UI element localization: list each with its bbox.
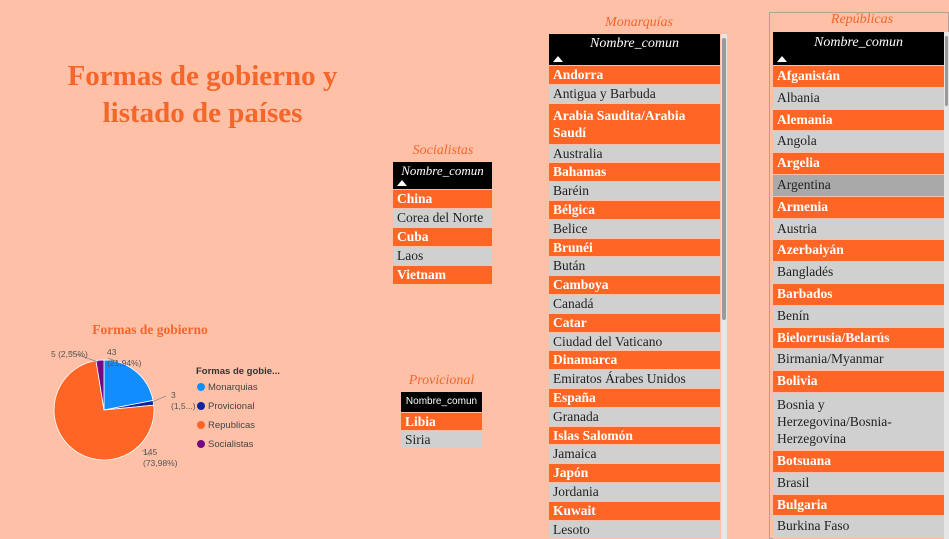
table-row[interactable]: Bosnia y Herzegovina/Bosnia-Herzegovina bbox=[773, 392, 944, 450]
legend-item-provicional[interactable]: Provicional bbox=[197, 401, 258, 420]
table-row[interactable]: Australia bbox=[549, 144, 720, 163]
column-header-nombre-comun[interactable]: Nombre_comun bbox=[549, 34, 720, 65]
table-row[interactable]: Botsuana bbox=[773, 450, 944, 472]
legend-title: Formas de gobie... bbox=[196, 366, 280, 377]
slice-label-socialistas: 5 (2,55%) bbox=[51, 349, 88, 359]
table-row[interactable]: Libia bbox=[401, 413, 482, 430]
table-row[interactable]: Dinamarca bbox=[549, 351, 720, 370]
table-row[interactable]: Argentina bbox=[773, 174, 944, 196]
table-row[interactable]: Albania bbox=[773, 87, 944, 109]
table-row[interactable]: Arabia Saudita/Arabia Saudí bbox=[549, 103, 720, 144]
legend-item-socialistas[interactable]: Socialistas bbox=[197, 439, 258, 458]
sort-ascending-icon[interactable] bbox=[777, 56, 787, 62]
table-row[interactable]: Benín bbox=[773, 305, 944, 327]
column-header-nombre-comun[interactable]: Nombre_comun bbox=[401, 392, 482, 412]
legend-marker bbox=[197, 383, 205, 391]
table-row[interactable]: Burkina Faso bbox=[773, 516, 944, 538]
slice-label-republicas: 145 (73,98%) bbox=[143, 447, 178, 468]
table-row[interactable]: Azerbaiyán bbox=[773, 240, 944, 262]
table-row[interactable]: Alemania bbox=[773, 109, 944, 131]
socialistas-table-title: Socialistas bbox=[412, 143, 474, 158]
sort-ascending-icon[interactable] bbox=[397, 180, 407, 186]
table-row[interactable]: Bulgaria bbox=[773, 494, 944, 516]
table-row[interactable]: Antigua y Barbuda bbox=[549, 84, 720, 103]
table-row[interactable]: Bangladés bbox=[773, 262, 944, 283]
scrollbar-thumb[interactable] bbox=[945, 36, 948, 106]
legend-marker bbox=[197, 421, 205, 429]
leader-line bbox=[151, 395, 167, 403]
table-row[interactable]: Kuwait bbox=[549, 501, 720, 520]
table-row[interactable]: Bielorrusia/Belarús bbox=[773, 327, 944, 349]
sort-ascending-icon[interactable] bbox=[553, 56, 563, 62]
table-row[interactable]: Birmania/Myanmar bbox=[773, 349, 944, 371]
monarquias-scrollbar[interactable] bbox=[721, 34, 727, 539]
socialistas-table: Nombre_comun China Corea del Norte Cuba Lao… bbox=[393, 162, 492, 284]
table-row[interactable]: Laos bbox=[393, 247, 492, 265]
table-row[interactable]: Belice bbox=[549, 219, 720, 238]
chart-legend: Monarquias Provicional Republicas Social… bbox=[197, 382, 258, 458]
table-row[interactable]: Jamaica bbox=[549, 445, 720, 464]
chart-title: Formas de gobierno bbox=[92, 322, 208, 337]
legend-item-monarquias[interactable]: Monarquias bbox=[197, 382, 258, 401]
table-row[interactable]: Bolivia bbox=[773, 371, 944, 392]
legend-marker bbox=[197, 440, 205, 448]
column-header-nombre-comun[interactable]: Nombre_comun bbox=[773, 32, 944, 65]
table-row[interactable]: Lesoto bbox=[549, 520, 720, 539]
monarquias-table: Nombre_comun Andorra Antigua y Barbuda Ara… bbox=[549, 34, 720, 539]
legend-item-republicas[interactable]: Republicas bbox=[197, 420, 258, 439]
table-row[interactable]: Brunéi bbox=[549, 238, 720, 257]
table-row[interactable]: Granada bbox=[549, 407, 720, 426]
table-row[interactable]: Catar bbox=[549, 313, 720, 332]
provicional-table-title: Provicional bbox=[408, 373, 475, 388]
table-row[interactable]: Emiratos Árabes Unidos bbox=[549, 370, 720, 388]
table-row[interactable]: Cuba bbox=[393, 228, 492, 246]
table-row[interactable]: Ciudad del Vaticano bbox=[549, 332, 720, 351]
table-row[interactable]: Armenia bbox=[773, 196, 944, 218]
table-row[interactable]: Japón bbox=[549, 464, 720, 482]
republicas-table-title: Repúblicas bbox=[830, 12, 894, 27]
table-row[interactable]: Bélgica bbox=[549, 200, 720, 219]
table-row[interactable]: España bbox=[549, 388, 720, 407]
republicas-table: Nombre_comun Afganistán Albania Alemania An… bbox=[773, 32, 944, 539]
table-row[interactable]: Canadá bbox=[549, 294, 720, 313]
slice-label-monarquias: 43 (21,94%) bbox=[107, 347, 142, 368]
table-row[interactable]: Siria bbox=[401, 431, 482, 448]
scrollbar-thumb[interactable] bbox=[722, 38, 726, 320]
table-row[interactable]: Afganistán bbox=[773, 66, 944, 87]
table-row[interactable]: Camboya bbox=[549, 276, 720, 294]
table-row[interactable]: Angola bbox=[773, 131, 944, 153]
page-title: Formas de gobierno y listado de países bbox=[67, 60, 338, 129]
legend-marker bbox=[197, 402, 205, 410]
table-row[interactable]: Vietnam bbox=[393, 266, 492, 284]
slice-label-provicional: 3 (1,5...) bbox=[171, 390, 196, 411]
table-row[interactable]: Barbados bbox=[773, 283, 944, 305]
table-row[interactable]: Austria bbox=[773, 218, 944, 240]
table-row[interactable]: Baréin bbox=[549, 182, 720, 200]
provicional-table: Nombre_comun Libia Siria bbox=[401, 392, 482, 448]
table-row[interactable]: Jordania bbox=[549, 482, 720, 501]
table-row[interactable]: China bbox=[393, 190, 492, 208]
table-row[interactable]: Islas Salomón bbox=[549, 426, 720, 445]
monarquias-table-title: Monarquías bbox=[605, 15, 673, 30]
table-row[interactable]: Argelia bbox=[773, 153, 944, 174]
column-header-nombre-comun[interactable]: Nombre_comun bbox=[393, 162, 492, 189]
table-row[interactable]: Brasil bbox=[773, 472, 944, 494]
table-row[interactable]: Andorra bbox=[549, 66, 720, 84]
republicas-scrollbar[interactable] bbox=[944, 32, 949, 539]
table-row[interactable]: Bután bbox=[549, 257, 720, 276]
table-row[interactable]: Bahamas bbox=[549, 163, 720, 182]
table-row[interactable]: Corea del Norte bbox=[393, 209, 492, 227]
